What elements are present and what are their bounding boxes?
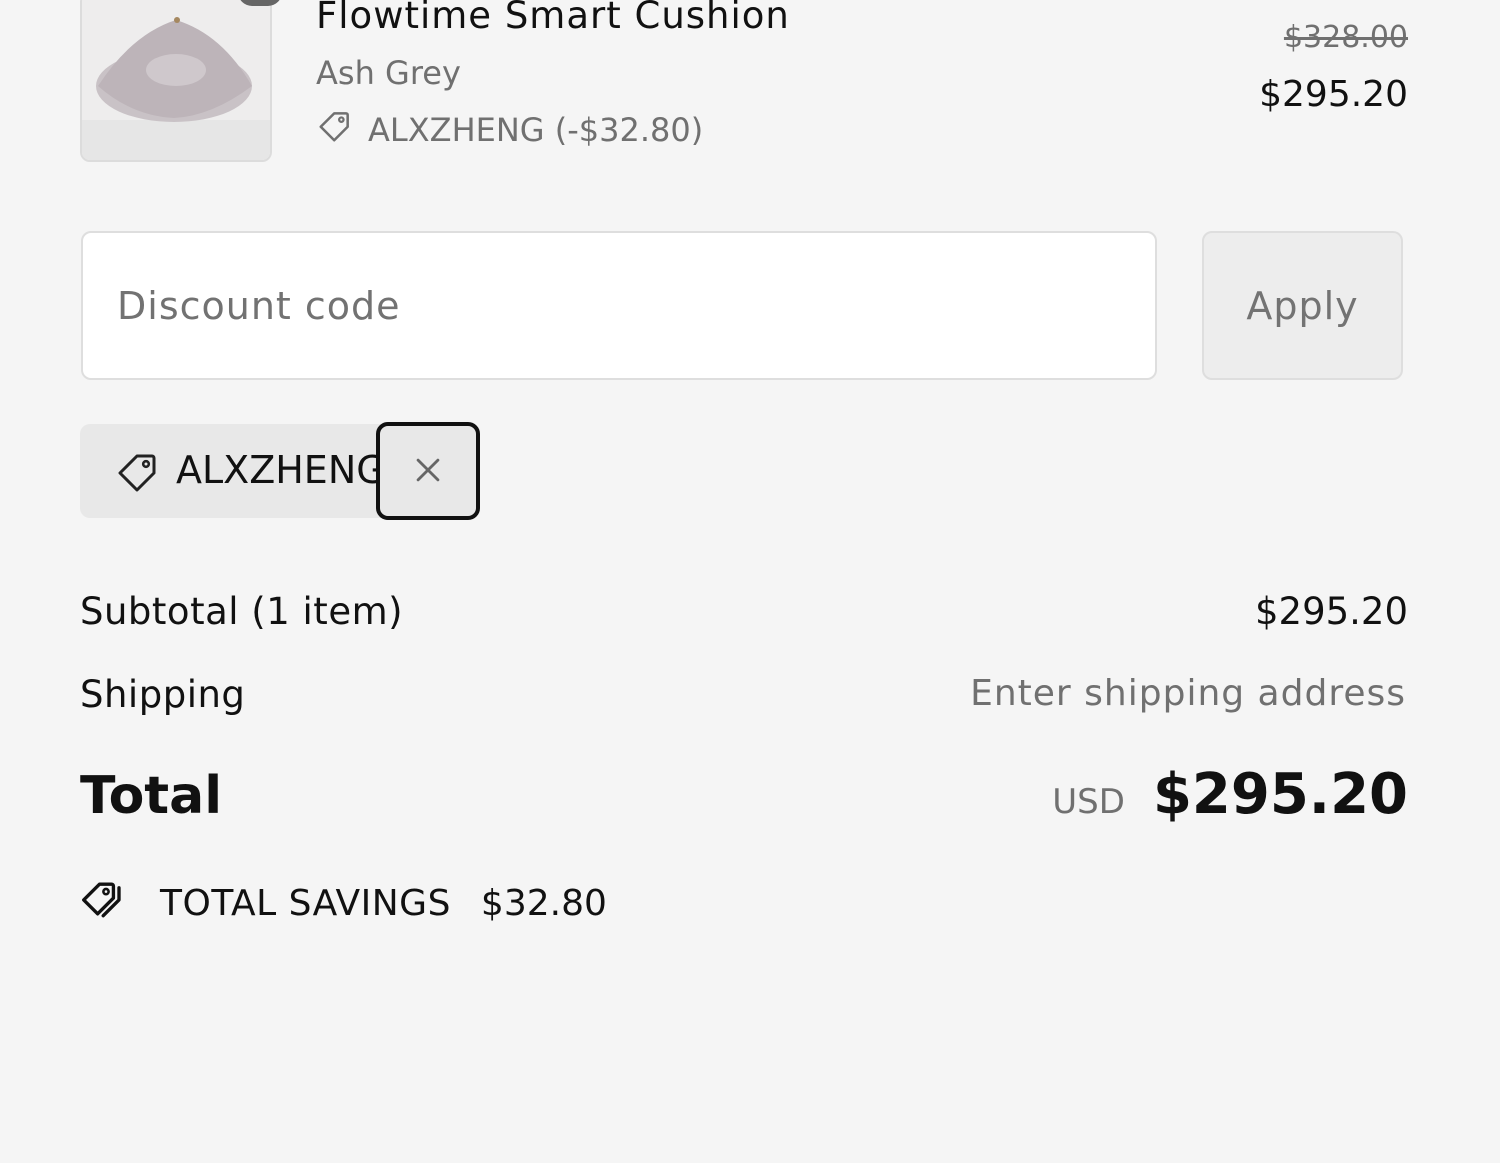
- original-price: $328.00: [1283, 20, 1408, 55]
- shipping-label: Shipping: [80, 673, 246, 716]
- shipping-value: Enter shipping address: [970, 673, 1406, 714]
- subtotal-value: $295.20: [1254, 590, 1408, 633]
- currency-code: USD: [1052, 782, 1125, 822]
- product-discount-text: ALXZHENG (-$32.80): [368, 111, 704, 149]
- total-savings: TOTAL SAVINGS $32.80: [80, 876, 607, 930]
- total-value: $295.20: [1152, 762, 1408, 827]
- total-amount-group: USD $295.20: [1052, 762, 1408, 827]
- order-summary: Flowtime Smart Cushion Ash Grey ALXZHENG…: [0, 0, 1500, 1163]
- tag-icon: [316, 107, 354, 153]
- close-icon: [411, 453, 445, 490]
- product-price: $295.20: [1259, 74, 1408, 115]
- remove-discount-button[interactable]: [376, 422, 480, 520]
- savings-value: $32.80: [480, 882, 607, 924]
- product-thumbnail: [80, 0, 272, 162]
- product-discount-line: ALXZHENG (-$32.80): [316, 108, 703, 152]
- savings-tags-icon: [80, 875, 132, 932]
- savings-label: TOTAL SAVINGS: [160, 882, 451, 924]
- subtotal-label: Subtotal (1 item): [80, 590, 404, 633]
- apply-button[interactable]: Apply: [1202, 231, 1403, 380]
- applied-discount-chip: ALXZHENG: [80, 422, 480, 520]
- product-title: Flowtime Smart Cushion: [316, 0, 790, 37]
- applied-discount-code: ALXZHENG: [176, 448, 376, 492]
- discount-code-input[interactable]: [81, 231, 1157, 380]
- tag-icon: [114, 448, 162, 500]
- product-variant: Ash Grey: [316, 54, 461, 92]
- total-label: Total: [80, 766, 223, 826]
